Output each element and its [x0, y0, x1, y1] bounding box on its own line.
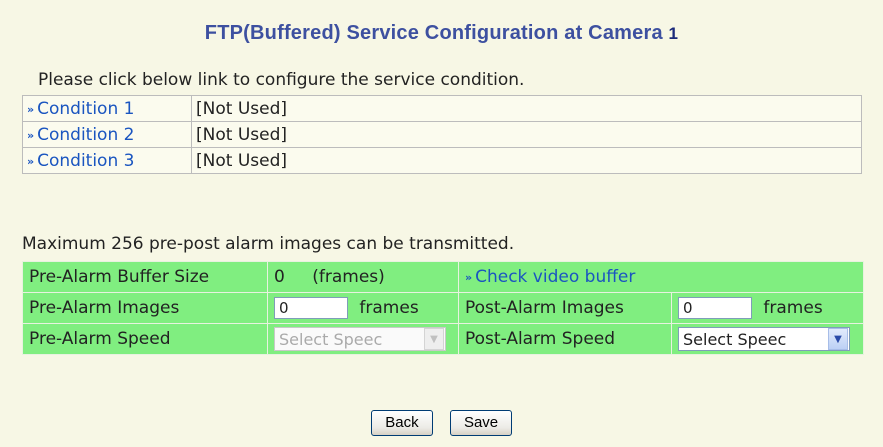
post-images-unit: frames — [763, 298, 823, 318]
action-buttons: Back Save — [0, 410, 883, 436]
buffer-size-cell: 0 (frames) — [267, 261, 459, 293]
pre-speed-value: Select Speec — [279, 329, 383, 349]
pre-images-unit: frames — [359, 298, 419, 318]
max-images-message: Maximum 256 pre-post alarm images can be… — [22, 234, 515, 254]
condition-row: » Condition 3 [Not Used] — [22, 147, 862, 174]
save-button[interactable]: Save — [450, 410, 513, 436]
condition-2-link[interactable]: Condition 2 — [37, 125, 134, 145]
page-title-text: FTP(Buffered) Service Configuration at C… — [204, 22, 663, 44]
page: FTP(Buffered) Service Configuration at C… — [0, 0, 883, 447]
alarm-row-speed: Pre-Alarm Speed Select Speec ▼ Post-Alar… — [22, 323, 864, 355]
camera-number: 1 — [668, 24, 679, 43]
chevron-down-icon[interactable]: ▼ — [828, 328, 848, 350]
condition-row: » Condition 1 [Not Used] — [22, 95, 862, 122]
check-buffer-cell: » Check video buffer — [458, 261, 864, 293]
alarm-settings-table: Pre-Alarm Buffer Size 0 (frames) » Check … — [22, 261, 864, 355]
double-chevron-right-icon: » — [27, 154, 35, 168]
check-video-buffer-link[interactable]: Check video buffer — [475, 267, 635, 287]
post-images-label: Post-Alarm Images — [458, 292, 672, 324]
pre-images-cell: frames — [267, 292, 459, 324]
double-chevron-right-icon: » — [27, 102, 35, 116]
buffer-size-unit: (frames) — [312, 267, 385, 287]
post-images-input[interactable] — [678, 297, 752, 319]
condition-link-cell: » Condition 1 — [22, 95, 192, 122]
post-images-cell: frames — [671, 292, 864, 324]
pre-images-input[interactable] — [274, 297, 348, 319]
alarm-row-images: Pre-Alarm Images frames Post-Alarm Image… — [22, 292, 864, 324]
condition-status: [Not Used] — [191, 95, 862, 122]
post-speed-value: Select Speec — [683, 329, 787, 349]
pre-speed-label: Pre-Alarm Speed — [22, 323, 268, 355]
pre-images-label: Pre-Alarm Images — [22, 292, 268, 324]
condition-3-link[interactable]: Condition 3 — [37, 151, 134, 171]
conditions-table: » Condition 1 [Not Used] » Condition 2 [No… — [22, 95, 862, 174]
condition-link-cell: » Condition 3 — [22, 147, 192, 174]
pre-speed-cell: Select Speec ▼ — [267, 323, 459, 355]
pre-speed-select: Select Speec ▼ — [274, 327, 446, 351]
back-button[interactable]: Back — [370, 410, 433, 436]
post-speed-label: Post-Alarm Speed — [458, 323, 672, 355]
buffer-size-value: 0 — [274, 267, 285, 287]
double-chevron-right-icon: » — [27, 128, 35, 142]
condition-row: » Condition 2 [Not Used] — [22, 121, 862, 148]
instruction-text: Please click below link to configure the… — [38, 70, 525, 90]
double-chevron-right-icon: » — [465, 271, 473, 284]
condition-status: [Not Used] — [191, 121, 862, 148]
page-title: FTP(Buffered) Service Configuration at C… — [0, 22, 883, 45]
condition-status: [Not Used] — [191, 147, 862, 174]
post-speed-select[interactable]: Select Speec ▼ — [678, 327, 850, 351]
condition-1-link[interactable]: Condition 1 — [37, 99, 134, 119]
buffer-size-label: Pre-Alarm Buffer Size — [22, 261, 268, 293]
condition-link-cell: » Condition 2 — [22, 121, 192, 148]
chevron-down-icon: ▼ — [424, 328, 444, 350]
post-speed-cell: Select Speec ▼ — [671, 323, 864, 355]
alarm-row-buffer: Pre-Alarm Buffer Size 0 (frames) » Check … — [22, 261, 864, 293]
